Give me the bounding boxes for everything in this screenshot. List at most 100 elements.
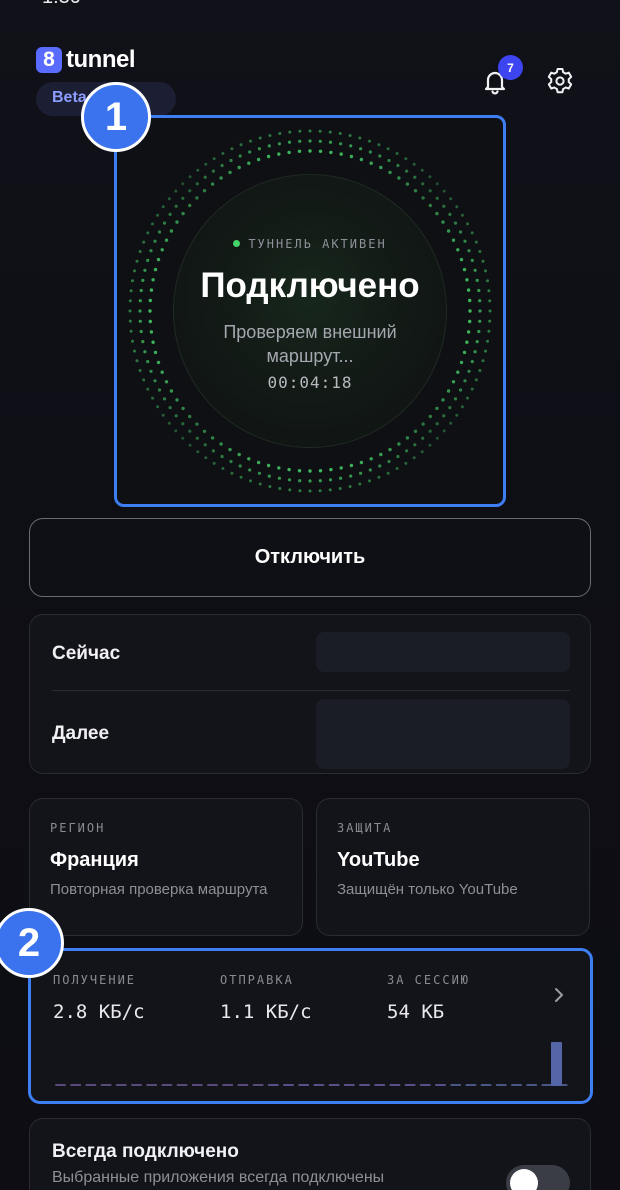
ring-dot: [328, 140, 333, 144]
chevron-right-icon[interactable]: [552, 987, 566, 1003]
ring-dot: [458, 230, 463, 234]
download-stat: ПОЛУЧЕНИЕ 2.8 КБ/с: [53, 973, 145, 1023]
ring-dot: [413, 189, 418, 193]
ring-dot: [388, 447, 392, 452]
ring-dot: [229, 459, 233, 464]
ring-dot: [428, 443, 432, 447]
ring-dot: [477, 329, 481, 334]
ring-dot: [405, 169, 409, 173]
disconnect-button[interactable]: Отключить: [29, 518, 591, 597]
connection-orb: [173, 174, 447, 448]
ring-dot: [287, 478, 292, 482]
ring-dot: [298, 489, 302, 493]
ring-dot: [167, 421, 171, 425]
ring-dot: [359, 147, 363, 151]
ring-dot: [174, 414, 178, 418]
ring-dot: [278, 487, 282, 490]
ring-dot: [151, 222, 154, 226]
now-label: Сейчас: [52, 643, 121, 664]
ring-dot: [247, 457, 251, 461]
ring-dot: [131, 339, 134, 343]
ring-dot: [181, 406, 185, 411]
ring-dot: [308, 469, 312, 473]
ring-dot: [133, 349, 136, 353]
ring-dot: [349, 154, 354, 159]
ring-dot: [161, 413, 165, 417]
region-card[interactable]: РЕГИОН Франция Повторная проверка маршру…: [29, 798, 303, 936]
ring-dot: [297, 469, 302, 473]
ring-dot: [277, 466, 281, 470]
ring-dot: [257, 147, 261, 151]
ring-dot: [204, 456, 208, 460]
ring-dot: [328, 130, 332, 134]
ring-dot: [238, 154, 242, 158]
ring-dot: [435, 422, 439, 426]
connection-status-panel[interactable]: ТУННЕЛЬ АКТИВЕН Подключено Проверяем вне…: [114, 115, 506, 507]
always-on-description: Выбранные приложения всегда подключены: [52, 1169, 385, 1186]
status-bar: 1:30: [0, 0, 620, 8]
connection-title: Подключено: [200, 266, 420, 305]
ring-dot: [161, 205, 165, 209]
schedule-card: Сейчас Далее: [29, 614, 591, 774]
sparkline-baseline-segment: [55, 1084, 66, 1086]
ring-dot: [478, 319, 482, 323]
ring-dot: [318, 139, 322, 143]
ring-dot: [237, 165, 241, 170]
ring-dot: [195, 182, 199, 186]
protection-value: YouTube: [337, 849, 420, 871]
ring-dot: [249, 139, 252, 143]
sparkline-baseline-segment: [191, 1084, 203, 1086]
sparkline-baseline-segment: [419, 1084, 431, 1086]
ring-dot: [368, 150, 372, 154]
ring-dot: [475, 340, 479, 344]
ring-dot: [138, 319, 142, 323]
session-caption: ЗА СЕССИЮ: [387, 973, 471, 987]
ring-dot: [195, 436, 199, 440]
protection-description: Защищён только YouTube: [337, 881, 518, 898]
upload-stat: ОТПРАВКА 1.1 КБ/с: [220, 973, 312, 1023]
ring-dot: [328, 478, 333, 482]
ring-dot: [277, 476, 281, 480]
settings-gear-icon[interactable]: [545, 66, 575, 96]
ring-dot: [478, 309, 482, 313]
ring-dot: [188, 203, 192, 208]
ring-dot: [470, 231, 474, 235]
always-on-toggle[interactable]: [506, 1165, 570, 1190]
protection-card[interactable]: ЗАЩИТА YouTube Защищён только YouTube: [316, 798, 590, 936]
ring-dot: [435, 182, 439, 186]
ring-dot: [203, 443, 207, 447]
ring-dot: [168, 406, 172, 410]
traffic-stats-card[interactable]: ПОЛУЧЕНИЕ 2.8 КБ/с ОТПРАВКА 1.1 КБ/с ЗА …: [28, 948, 593, 1104]
upload-value: 1.1 КБ/с: [220, 1001, 312, 1023]
ring-dot: [318, 129, 322, 133]
region-description: Повторная проверка маршрута: [50, 881, 268, 898]
ring-dot: [348, 134, 352, 137]
ring-dot: [167, 197, 171, 201]
ring-dot: [175, 220, 179, 224]
ring-dot: [288, 130, 292, 134]
ring-dot: [413, 175, 417, 179]
ring-dot: [175, 398, 179, 402]
ring-dot: [237, 452, 241, 457]
ring-dot: [441, 398, 445, 402]
sparkline-baseline-segment: [450, 1084, 462, 1086]
ring-dot: [277, 142, 281, 146]
ring-dot: [328, 488, 332, 492]
always-on-card: Всегда подключено Выбранные приложения в…: [29, 1118, 591, 1190]
ring-dot: [428, 175, 432, 179]
divider: [52, 690, 570, 691]
ring-dot: [465, 340, 469, 344]
toggle-knob: [510, 1169, 538, 1190]
sparkline-baseline-segment: [359, 1084, 370, 1086]
sparkline-baseline-segment: [328, 1084, 340, 1086]
ring-dot: [146, 360, 150, 364]
ring-dot: [386, 147, 390, 151]
ring-dot: [421, 422, 425, 426]
callout-badge-1: 1: [81, 82, 151, 152]
ring-dot: [318, 479, 322, 483]
ring-dot: [349, 144, 353, 148]
ring-dot: [135, 259, 139, 263]
ring-dot: [379, 452, 383, 457]
ring-dot: [453, 221, 458, 225]
ring-dot: [266, 463, 271, 468]
